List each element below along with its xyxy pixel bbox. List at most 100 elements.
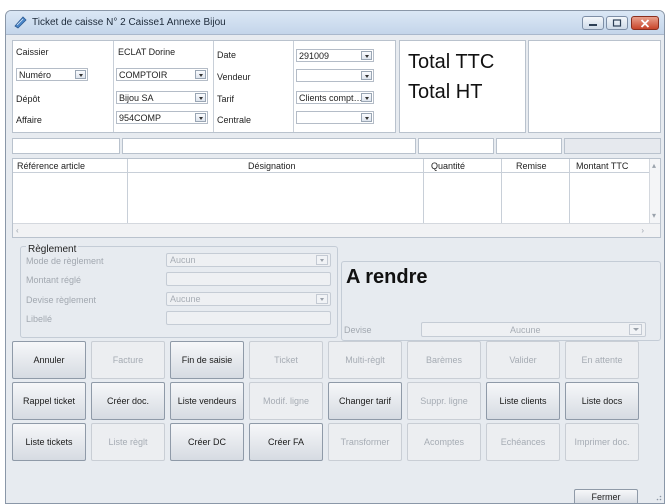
mode-reglement-label: Mode de règlement [26, 256, 104, 266]
depot-combo[interactable]: Bijou SA [116, 91, 208, 104]
numero-label: Numéro [19, 70, 52, 80]
vendeur-combo[interactable] [296, 69, 374, 82]
ticket-app-icon [14, 16, 27, 29]
caissier-label: Caissier [16, 47, 49, 57]
multi-règlt-button[interactable]: Multi-règlt [328, 341, 402, 379]
chevron-down-icon[interactable] [361, 71, 372, 80]
a-rendre-label: A rendre [346, 266, 428, 288]
fermer-button[interactable]: Fermer [574, 489, 638, 503]
col-reference[interactable]: Référence article [17, 159, 85, 173]
col-montant-ttc[interactable]: Montant TTC [576, 159, 628, 173]
montant-regle-label: Montant réglé [26, 275, 82, 285]
chevron-down-icon[interactable] [361, 93, 372, 102]
affaire-label: Affaire [16, 115, 42, 125]
table-horizontal-scrollbar[interactable]: ‹ › [13, 223, 660, 237]
rappel-ticket-button[interactable]: Rappel ticket [12, 382, 86, 420]
barèmes-button[interactable]: Barèmes [407, 341, 481, 379]
numero-select[interactable]: Numéro [16, 68, 88, 81]
modif-ligne-button[interactable]: Modif. ligne [249, 382, 323, 420]
valider-button[interactable]: Valider [486, 341, 560, 379]
date-label: Date [217, 50, 237, 60]
chevron-down-icon[interactable] [361, 113, 372, 122]
minimize-button[interactable] [582, 16, 604, 30]
fin-de-saisie-button[interactable]: Fin de saisie [170, 341, 244, 379]
créer-doc-button[interactable]: Créer doc. [91, 382, 165, 420]
entry-quantite-input[interactable] [418, 138, 494, 154]
caissier-value: ECLAT Dorine [118, 47, 176, 57]
tarif-combo[interactable]: Clients compt… [296, 91, 374, 104]
date-value: 291009 [299, 51, 330, 61]
entry-montant-input[interactable] [564, 138, 661, 154]
scroll-down-icon[interactable]: ▾ [652, 211, 656, 220]
devise-reglement-select[interactable]: Aucune [166, 292, 331, 306]
changer-tarif-button[interactable]: Changer tarif [328, 382, 402, 420]
libelle-label: Libellé [26, 314, 53, 324]
table-vertical-scrollbar[interactable]: ▴ ▾ [649, 159, 660, 224]
créer-fa-button[interactable]: Créer FA [249, 423, 323, 461]
close-icon [640, 18, 650, 28]
suppr-ligne-button[interactable]: Suppr. ligne [407, 382, 481, 420]
transformer-button[interactable]: Transformer [328, 423, 402, 461]
totals-values-panel [528, 40, 661, 133]
total-ttc-label: Total TTC [408, 51, 495, 73]
chevron-down-icon[interactable] [361, 51, 372, 60]
col-designation[interactable]: Désignation [248, 159, 296, 173]
minimize-icon [589, 24, 597, 26]
chevron-down-icon[interactable] [75, 70, 86, 79]
date-combo[interactable]: 291009 [296, 49, 374, 62]
devise-select[interactable]: Aucune [421, 322, 646, 337]
chevron-down-icon[interactable] [316, 255, 328, 265]
maximize-icon [612, 19, 622, 27]
imprimer-doc-button[interactable]: Imprimer doc. [565, 423, 639, 461]
col-quantite[interactable]: Quantité [431, 159, 465, 173]
devise-reglement-label: Devise règlement [26, 295, 97, 305]
close-button[interactable] [631, 16, 659, 30]
entry-reference-input[interactable] [12, 138, 120, 154]
numero-combo[interactable]: COMPTOIR [116, 68, 208, 81]
resize-grip-icon[interactable] [654, 493, 662, 501]
liste-clients-button[interactable]: Liste clients [486, 382, 560, 420]
depot-label: Dépôt [16, 94, 41, 104]
chevron-down-icon[interactable] [195, 93, 206, 102]
chevron-down-icon[interactable] [316, 294, 328, 304]
vendeur-label: Vendeur [217, 72, 251, 82]
montant-regle-input[interactable] [166, 272, 331, 286]
mode-reglement-select[interactable]: Aucun [166, 253, 331, 267]
entry-remise-input[interactable] [496, 138, 562, 154]
scroll-up-icon[interactable]: ▴ [652, 161, 656, 170]
col-remise[interactable]: Remise [516, 159, 547, 173]
créer-dc-button[interactable]: Créer DC [170, 423, 244, 461]
header-grid: Caissier ECLAT Dorine Numéro COMPTOIR Dé… [12, 40, 396, 133]
facture-button[interactable]: Facture [91, 341, 165, 379]
chevron-down-icon[interactable] [195, 113, 206, 122]
liste-vendeurs-button[interactable]: Liste vendeurs [170, 382, 244, 420]
maximize-button[interactable] [606, 16, 628, 30]
title-bar[interactable]: Ticket de caisse N° 2 Caisse1 Annexe Bij… [6, 11, 664, 35]
totals-panel: Total TTC Total HT [399, 40, 526, 133]
ticket-window: Ticket de caisse N° 2 Caisse1 Annexe Bij… [5, 10, 665, 504]
acomptes-button[interactable]: Acomptes [407, 423, 481, 461]
table-header [13, 159, 650, 173]
reglement-title: Règlement [26, 244, 79, 255]
chevron-down-icon[interactable] [629, 324, 642, 335]
liste-règlt-button[interactable]: Liste règlt [91, 423, 165, 461]
annuler-button[interactable]: Annuler [12, 341, 86, 379]
liste-docs-button[interactable]: Liste docs [565, 382, 639, 420]
en-attente-button[interactable]: En attente [565, 341, 639, 379]
mode-reglement-value: Aucun [170, 255, 196, 265]
scroll-right-icon[interactable]: › [641, 226, 644, 235]
entry-designation-input[interactable] [122, 138, 416, 154]
devise-label: Devise [344, 325, 372, 335]
ticket-button[interactable]: Ticket [249, 341, 323, 379]
echéances-button[interactable]: Echéances [486, 423, 560, 461]
chevron-down-icon[interactable] [195, 70, 206, 79]
liste-tickets-button[interactable]: Liste tickets [12, 423, 86, 461]
numero-value: COMPTOIR [119, 70, 168, 80]
devise-value: Aucune [510, 325, 541, 335]
centrale-combo[interactable] [296, 111, 374, 124]
affaire-value: 954COMP [119, 113, 162, 123]
window-title: Ticket de caisse N° 2 Caisse1 Annexe Bij… [32, 17, 226, 28]
scroll-left-icon[interactable]: ‹ [16, 226, 19, 235]
libelle-input[interactable] [166, 311, 331, 325]
affaire-combo[interactable]: 954COMP [116, 111, 208, 124]
